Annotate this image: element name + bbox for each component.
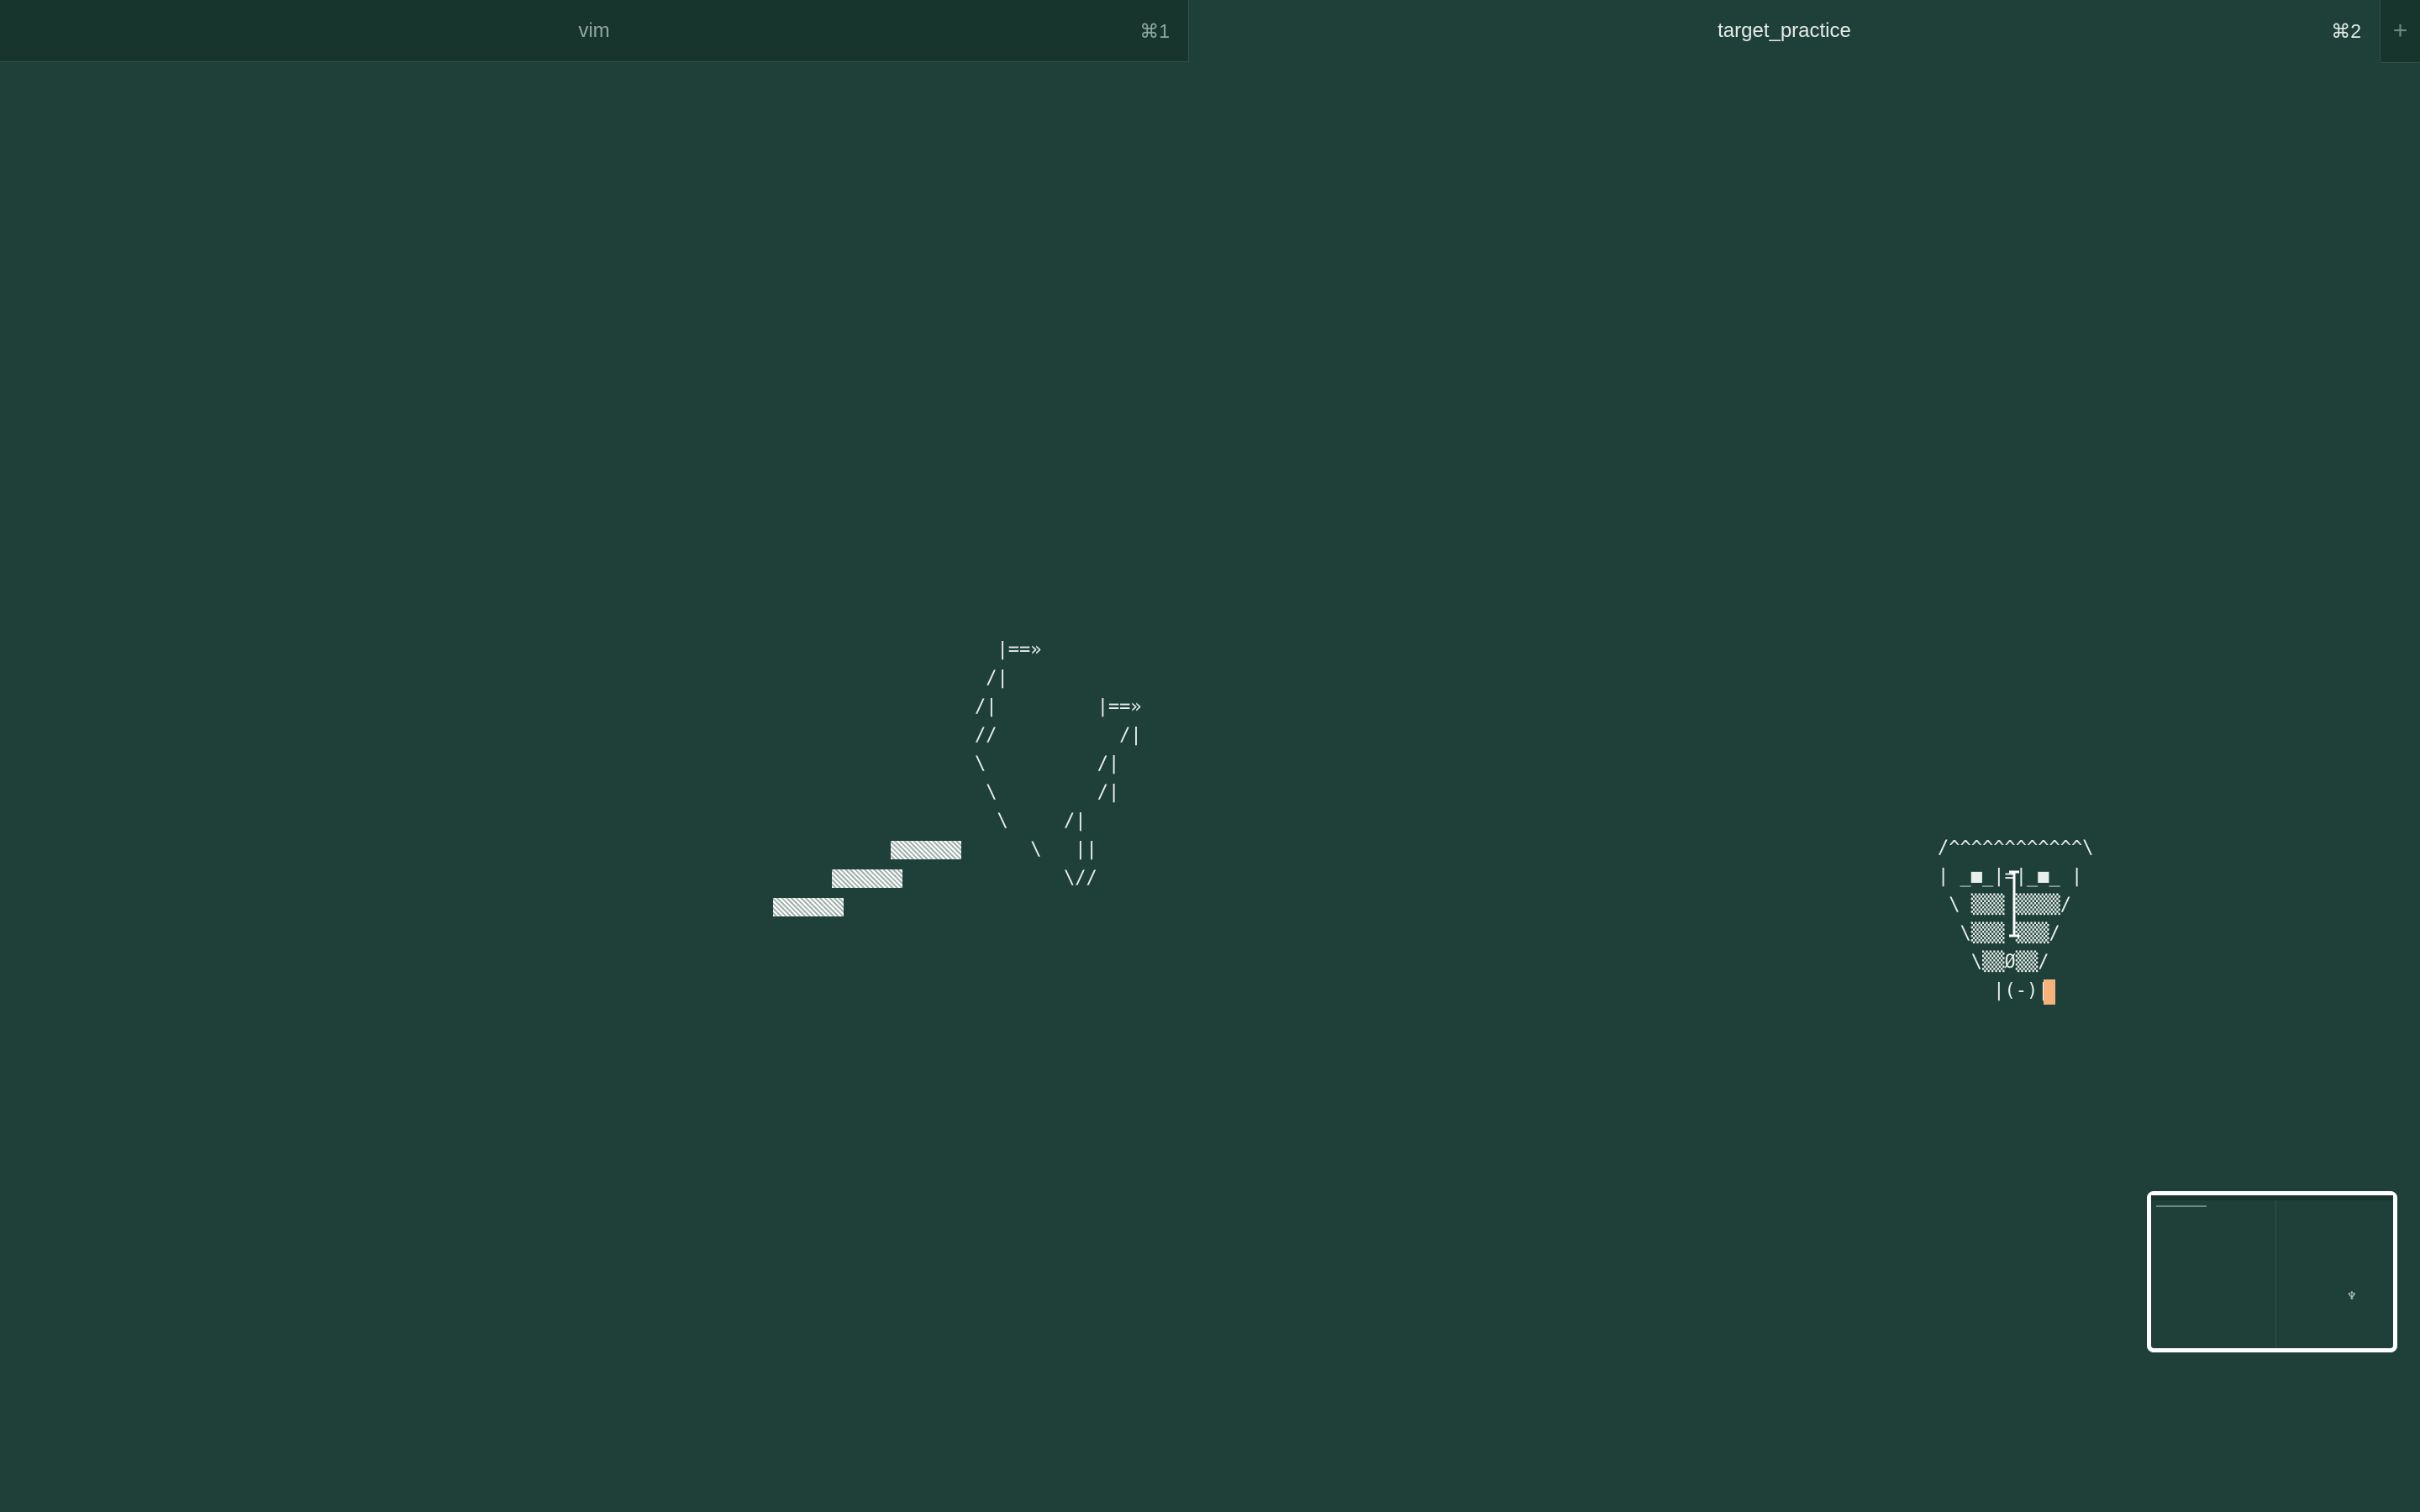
terminal-pane[interactable] [0, 63, 2420, 1512]
text-cursor-icon [2009, 870, 2019, 937]
tab-shortcut: ⌘2 [2331, 20, 2361, 42]
thumbnail-text-line [2156, 1205, 2207, 1207]
new-tab-button[interactable]: + [2381, 0, 2420, 63]
tab-shortcut: ⌘1 [1139, 20, 1170, 42]
tab-label: target_practice [1718, 19, 1851, 42]
mini-target-icon: ♆ [2348, 1288, 2356, 1304]
archer-ascii-art: |==» /| /| |==» // /| \ /| \ /| \ /| \ |… [975, 639, 1142, 889]
thumbnail-divider [2275, 1200, 2276, 1348]
tab-target-practice[interactable]: target_practice ⌘2 [1189, 0, 2381, 62]
tab-label: vim [578, 18, 610, 42]
thumbnail-tab-bar [2151, 1195, 2393, 1200]
tab-bar: vim ⌘1 target_practice ⌘2 + [0, 0, 2420, 63]
window-thumbnail[interactable]: ♆ [2147, 1191, 2397, 1352]
tab-vim[interactable]: vim ⌘1 [0, 0, 1189, 62]
arrow-block [891, 841, 961, 859]
terminal-cursor [2044, 979, 2055, 1005]
arrow-block [832, 869, 902, 888]
plus-icon: + [2392, 17, 2408, 45]
arrow-block [773, 898, 844, 916]
